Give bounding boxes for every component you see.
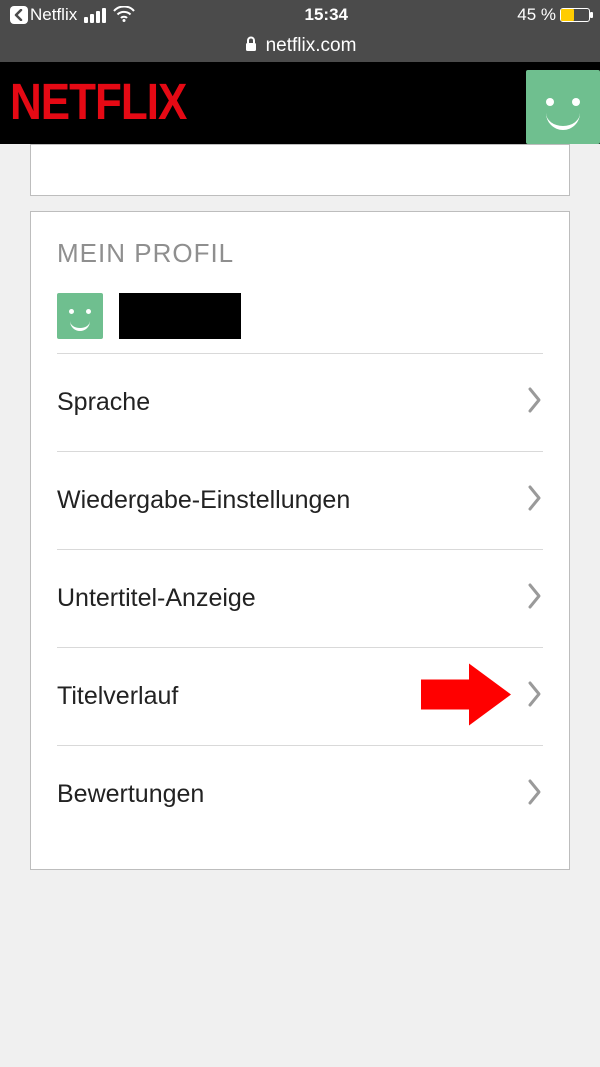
back-app-label: Netflix (30, 5, 77, 25)
menu-item-playback-settings[interactable]: Wiedergabe-Einstellungen (57, 451, 543, 549)
cellular-signal-icon (84, 8, 106, 23)
lock-icon (244, 36, 258, 56)
menu-item-language[interactable]: Sprache (57, 353, 543, 451)
menu-item-label: Titelverlauf (57, 682, 178, 711)
menu-item-label: Sprache (57, 388, 150, 417)
profile-menu: Sprache Wiedergabe-Einstellungen Unterti… (57, 353, 543, 843)
url-domain: netflix.com (266, 35, 357, 57)
profile-name-redacted (119, 293, 241, 339)
chevron-right-icon (527, 484, 543, 517)
status-bar: Netflix 15:34 45 % (0, 0, 600, 30)
back-to-app[interactable]: Netflix (10, 5, 77, 25)
chevron-right-icon (527, 778, 543, 811)
card-my-profile: MEIN PROFIL Sprache Wiedergabe-Einstellu… (30, 211, 570, 870)
chevron-right-icon (527, 680, 543, 713)
status-time: 15:34 (305, 5, 348, 25)
netflix-logo[interactable]: NETFLIX (10, 74, 186, 132)
section-title: MEIN PROFIL (57, 238, 543, 269)
menu-item-label: Untertitel-Anzeige (57, 584, 256, 613)
battery-icon (560, 8, 590, 22)
chevron-right-icon (527, 386, 543, 419)
battery-percent: 45 % (517, 5, 556, 25)
card-signout-all[interactable]: Aus allen Geräten ausloggen (30, 144, 570, 196)
wifi-icon (113, 6, 135, 25)
profile-identity-row[interactable] (57, 293, 543, 339)
chevron-left-icon (10, 6, 28, 24)
menu-item-subtitle-display[interactable]: Untertitel-Anzeige (57, 549, 543, 647)
profile-avatar-small (57, 293, 103, 339)
menu-item-label: Wiedergabe-Einstellungen (57, 486, 350, 515)
menu-item-ratings[interactable]: Bewertungen (57, 745, 543, 843)
menu-item-viewing-history[interactable]: Titelverlauf (57, 647, 543, 745)
profile-avatar[interactable] (526, 70, 600, 144)
menu-item-label: Bewertungen (57, 780, 204, 809)
chevron-right-icon (527, 582, 543, 615)
app-header: NETFLIX (0, 62, 600, 144)
annotation-arrow-icon (421, 663, 511, 730)
browser-url-bar[interactable]: netflix.com (0, 30, 600, 62)
